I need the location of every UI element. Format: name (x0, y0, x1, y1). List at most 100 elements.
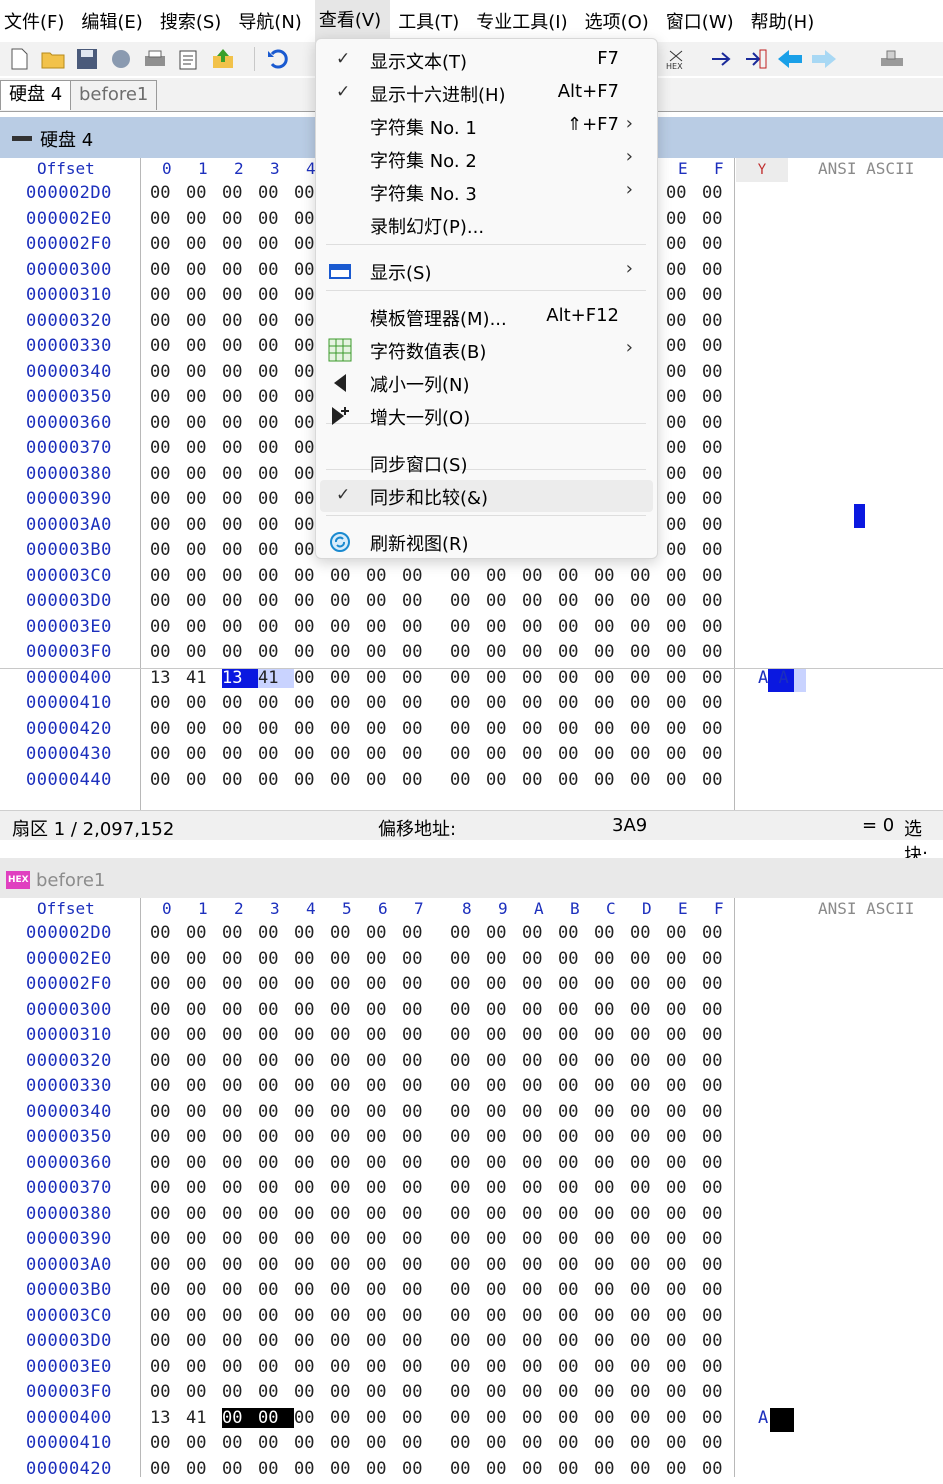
hex-byte[interactable]: 00 (186, 1255, 222, 1275)
hex-byte[interactable]: 00 (150, 1433, 186, 1453)
disk-icon[interactable] (879, 46, 905, 72)
hex-byte[interactable]: 00 (594, 719, 630, 739)
hex-byte[interactable]: 00 (450, 591, 486, 611)
hex-byte[interactable]: 00 (294, 1408, 330, 1428)
hex-row[interactable]: 0000042000000000000000000000000000000000 (0, 719, 943, 745)
hex-byte[interactable]: 00 (150, 387, 186, 407)
hex-byte[interactable]: 00 (666, 1357, 702, 1377)
hex-byte[interactable]: 00 (666, 719, 702, 739)
hex-byte[interactable]: 00 (222, 209, 258, 229)
hex-byte[interactable]: 00 (294, 1357, 330, 1377)
hex-byte[interactable]: 00 (150, 693, 186, 713)
hex-byte[interactable]: 00 (258, 770, 294, 790)
hex-byte[interactable]: 00 (630, 974, 666, 994)
hex-byte[interactable]: 00 (594, 1433, 630, 1453)
hex-row[interactable]: 0000037000000000000000000000000000000000 (0, 1178, 943, 1204)
hex-byte[interactable]: 00 (630, 642, 666, 662)
hex-byte[interactable]: 00 (630, 1102, 666, 1122)
hex-byte[interactable]: 00 (594, 668, 630, 688)
hex-byte[interactable]: 00 (630, 719, 666, 739)
hex-byte[interactable]: 00 (258, 515, 294, 535)
hex-byte[interactable]: 00 (294, 617, 330, 637)
hex-byte[interactable]: 00 (630, 1459, 666, 1479)
hex-byte[interactable]: 00 (522, 1127, 558, 1147)
tab-disk4[interactable]: 硬盘 4 (0, 80, 71, 110)
hex-byte[interactable]: 00 (222, 1204, 258, 1224)
hex-byte[interactable]: 00 (402, 770, 438, 790)
hex-byte[interactable]: 00 (402, 1382, 438, 1402)
hex-byte[interactable]: 00 (666, 1408, 702, 1428)
hex-byte[interactable]: 00 (702, 1229, 738, 1249)
hex-byte[interactable]: 00 (666, 234, 702, 254)
hex-byte[interactable]: 00 (366, 923, 402, 943)
hex-byte[interactable]: 00 (702, 464, 738, 484)
hex-byte[interactable]: 00 (186, 1051, 222, 1071)
hex-byte[interactable]: 00 (258, 974, 294, 994)
hex-byte[interactable]: 00 (366, 617, 402, 637)
hex-byte[interactable]: 00 (666, 209, 702, 229)
hex-byte[interactable]: 00 (450, 1102, 486, 1122)
menu-item-12[interactable]: ✓同步和比较(&) (320, 480, 653, 512)
hex-byte[interactable]: 00 (594, 1025, 630, 1045)
hex-byte[interactable]: 00 (330, 617, 366, 637)
menu-options[interactable]: 选项(O) (581, 8, 658, 34)
menu-edit[interactable]: 编辑(E) (77, 8, 151, 34)
hex-byte[interactable]: 00 (330, 1000, 366, 1020)
hex-byte[interactable]: 00 (522, 1153, 558, 1173)
hex-byte[interactable]: 00 (630, 1433, 666, 1453)
hex-byte[interactable]: 00 (402, 1331, 438, 1351)
hex-byte[interactable]: 00 (366, 1280, 402, 1300)
hex-byte[interactable]: 00 (294, 744, 330, 764)
hex-byte[interactable]: 00 (294, 1204, 330, 1224)
hex-byte[interactable]: 00 (402, 1306, 438, 1326)
hex-byte[interactable]: 00 (558, 1051, 594, 1071)
hex-byte[interactable]: 00 (366, 719, 402, 739)
hex-byte[interactable]: 00 (522, 668, 558, 688)
hex-byte[interactable]: 00 (594, 1255, 630, 1275)
hex-byte[interactable]: 00 (702, 591, 738, 611)
hex-byte[interactable]: 00 (402, 1357, 438, 1377)
hex-byte[interactable]: 00 (186, 1382, 222, 1402)
hex-byte[interactable]: 00 (402, 1229, 438, 1249)
hex-byte[interactable]: 00 (630, 923, 666, 943)
hex-byte[interactable]: 00 (486, 566, 522, 586)
hex-byte[interactable]: 00 (594, 1306, 630, 1326)
hex-byte[interactable]: 00 (630, 1229, 666, 1249)
hex-row[interactable]: 000002F000000000000000000000000000000000 (0, 974, 943, 1000)
hex-byte[interactable]: 00 (450, 617, 486, 637)
hex-byte[interactable]: 00 (450, 566, 486, 586)
hex-byte[interactable]: 00 (630, 1000, 666, 1020)
hex-byte[interactable]: 00 (666, 974, 702, 994)
hex-byte[interactable]: 00 (258, 1051, 294, 1071)
hex-byte[interactable]: 00 (330, 1459, 366, 1479)
hex-byte[interactable]: 00 (330, 1382, 366, 1402)
hex-byte[interactable]: 00 (402, 566, 438, 586)
hex-byte[interactable]: 00 (330, 668, 366, 688)
hex-byte[interactable]: 00 (594, 1357, 630, 1377)
hex-byte[interactable]: 00 (558, 1331, 594, 1351)
hex-byte[interactable]: 00 (222, 1153, 258, 1173)
hex-byte[interactable]: 00 (150, 1255, 186, 1275)
hex-byte[interactable]: 00 (450, 668, 486, 688)
menu-window[interactable]: 窗口(W) (662, 8, 743, 34)
hex-byte[interactable]: 00 (258, 1357, 294, 1377)
hex-byte[interactable]: 00 (186, 1127, 222, 1147)
hex-byte[interactable]: 00 (702, 1357, 738, 1377)
hex-byte[interactable]: 00 (450, 1433, 486, 1453)
hex-byte[interactable]: 00 (222, 438, 258, 458)
hex-byte[interactable]: 00 (150, 438, 186, 458)
hex-byte[interactable]: 00 (222, 1025, 258, 1045)
hex-byte[interactable]: 00 (222, 183, 258, 203)
hex-row[interactable]: 000002D000000000000000000000000000000000 (0, 923, 943, 949)
hex-byte[interactable]: 00 (366, 566, 402, 586)
hex-byte[interactable]: 00 (330, 1178, 366, 1198)
hex-byte[interactable]: 00 (150, 1102, 186, 1122)
hex-byte[interactable]: 00 (150, 642, 186, 662)
tab-before1[interactable]: before1 (70, 80, 157, 110)
hex-byte[interactable]: 00 (258, 693, 294, 713)
hex-byte[interactable]: 00 (486, 617, 522, 637)
hex-byte[interactable]: 00 (486, 1331, 522, 1351)
hex-byte[interactable]: 00 (258, 1280, 294, 1300)
hex-byte[interactable]: 00 (186, 1076, 222, 1096)
hex-byte[interactable]: 00 (558, 693, 594, 713)
